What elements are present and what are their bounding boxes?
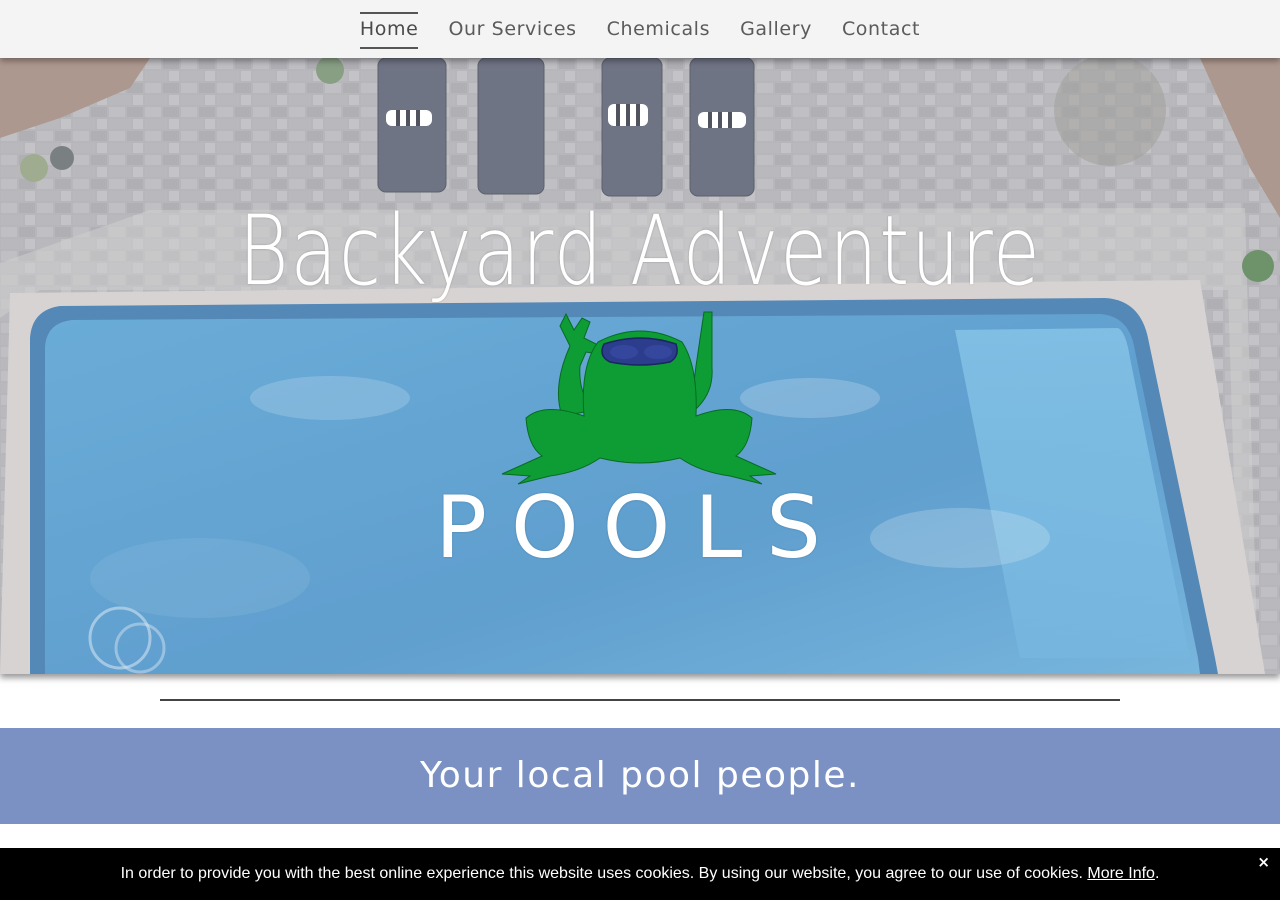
nav-item-home[interactable]: Home [359, 12, 419, 49]
cookie-trailing: . [1154, 865, 1160, 882]
cookie-more-info-link[interactable]: More Info [1087, 865, 1155, 882]
logo-title: Backyard Adventure [238, 195, 1042, 307]
close-icon[interactable]: × [1257, 854, 1270, 870]
cookie-message: In order to provide you with the best on… [120, 865, 1083, 882]
cookie-text: In order to provide you with the best on… [0, 848, 1280, 900]
section-divider [160, 699, 1120, 701]
nav-item-chemicals[interactable]: Chemicals [607, 12, 710, 49]
tagline-text: Your local pool people. [420, 755, 860, 796]
nav-list: Home Our Services Chemicals Gallery Cont… [0, 12, 1280, 49]
hero-banner: Backyard Adventure POOLS [0, 58, 1280, 674]
logo-pools-text: POOLS [435, 478, 845, 578]
nav-item-gallery[interactable]: Gallery [740, 12, 812, 49]
main-nav: Home Our Services Chemicals Gallery Cont… [0, 0, 1280, 58]
tagline-band: Your local pool people. [0, 728, 1280, 824]
nav-item-contact[interactable]: Contact [842, 12, 920, 49]
cookie-banner: In order to provide you with the best on… [0, 848, 1280, 900]
nav-item-our-services[interactable]: Our Services [448, 12, 576, 49]
frog-with-goggles-icon [501, 311, 777, 485]
